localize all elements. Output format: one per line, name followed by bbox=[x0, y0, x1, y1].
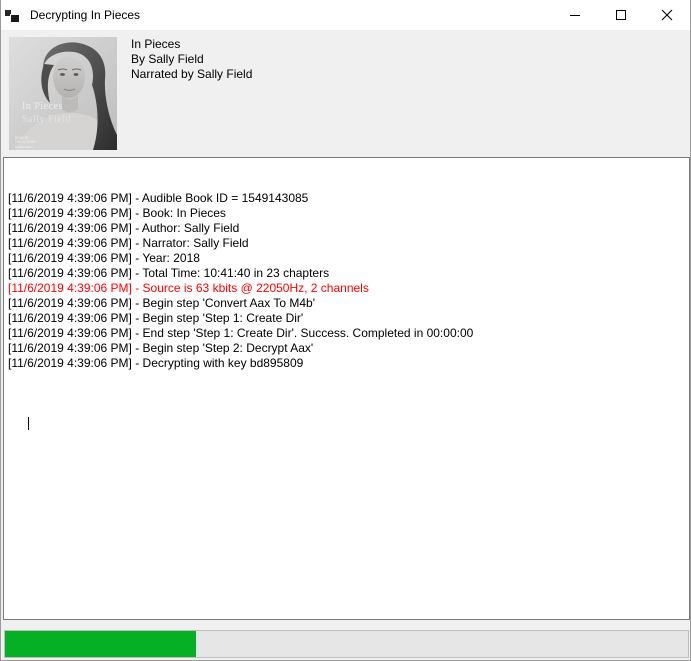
cover-author: Sally Field bbox=[22, 114, 71, 125]
log-line: [11/6/2019 4:39:06 PM] - Book: In Pieces bbox=[8, 206, 685, 221]
book-info: In Pieces By Sally Field Narrated by Sal… bbox=[131, 37, 252, 82]
close-icon bbox=[661, 9, 673, 21]
log-line: [11/6/2019 4:39:06 PM] - Begin step 'Con… bbox=[8, 296, 685, 311]
log-line: [11/6/2019 4:39:06 PM] - Begin step 'Ste… bbox=[8, 311, 685, 326]
log-line: [11/6/2019 4:39:06 PM] - Source is 63 kb… bbox=[8, 281, 685, 296]
log-line: [11/6/2019 4:39:06 PM] - Begin step 'Ste… bbox=[8, 341, 685, 356]
maximize-button[interactable] bbox=[598, 0, 644, 30]
app-window: Decrypting In Pieces bbox=[0, 0, 691, 661]
log-line: [11/6/2019 4:39:06 PM] - Author: Sally F… bbox=[8, 221, 685, 236]
book-author: By Sally Field bbox=[131, 52, 252, 67]
log-line: [11/6/2019 4:39:06 PM] - End step 'Step … bbox=[8, 326, 685, 341]
log-caret-line bbox=[8, 401, 685, 416]
book-narrator: Narrated by Sally Field bbox=[131, 67, 252, 82]
title-bar[interactable]: Decrypting In Pieces bbox=[1, 0, 690, 30]
book-title: In Pieces bbox=[131, 37, 252, 52]
progress-fill bbox=[5, 631, 196, 657]
log-line: [11/6/2019 4:39:06 PM] - Total Time: 10:… bbox=[8, 266, 685, 281]
cover-read-by-line2: THE AUTHOR bbox=[15, 140, 36, 144]
close-button[interactable] bbox=[644, 0, 690, 30]
log-line: [11/6/2019 4:39:06 PM] - Narrator: Sally… bbox=[8, 236, 685, 251]
log-line: [11/6/2019 4:39:06 PM] - Decrypting with… bbox=[8, 356, 685, 371]
log-line: [11/6/2019 4:39:06 PM] - Audible Book ID… bbox=[8, 191, 685, 206]
text-cursor bbox=[28, 417, 29, 430]
maximize-icon bbox=[616, 10, 626, 20]
app-icon[interactable] bbox=[4, 7, 20, 23]
log-output[interactable]: [11/6/2019 4:39:06 PM] - Audible Book ID… bbox=[3, 157, 690, 620]
minimize-button[interactable] bbox=[552, 0, 598, 30]
book-cover-image: In Pieces Sally Field READ BY THE AUTHOR… bbox=[9, 37, 117, 150]
log-lines: [11/6/2019 4:39:06 PM] - Audible Book ID… bbox=[8, 191, 685, 371]
cover-title: In Pieces bbox=[22, 101, 63, 112]
cover-edition: Unabridged bbox=[15, 145, 33, 149]
log-line: [11/6/2019 4:39:06 PM] - Year: 2018 bbox=[8, 251, 685, 266]
progress-bar bbox=[4, 630, 689, 658]
window-title: Decrypting In Pieces bbox=[30, 8, 140, 22]
minimize-icon bbox=[570, 15, 580, 16]
